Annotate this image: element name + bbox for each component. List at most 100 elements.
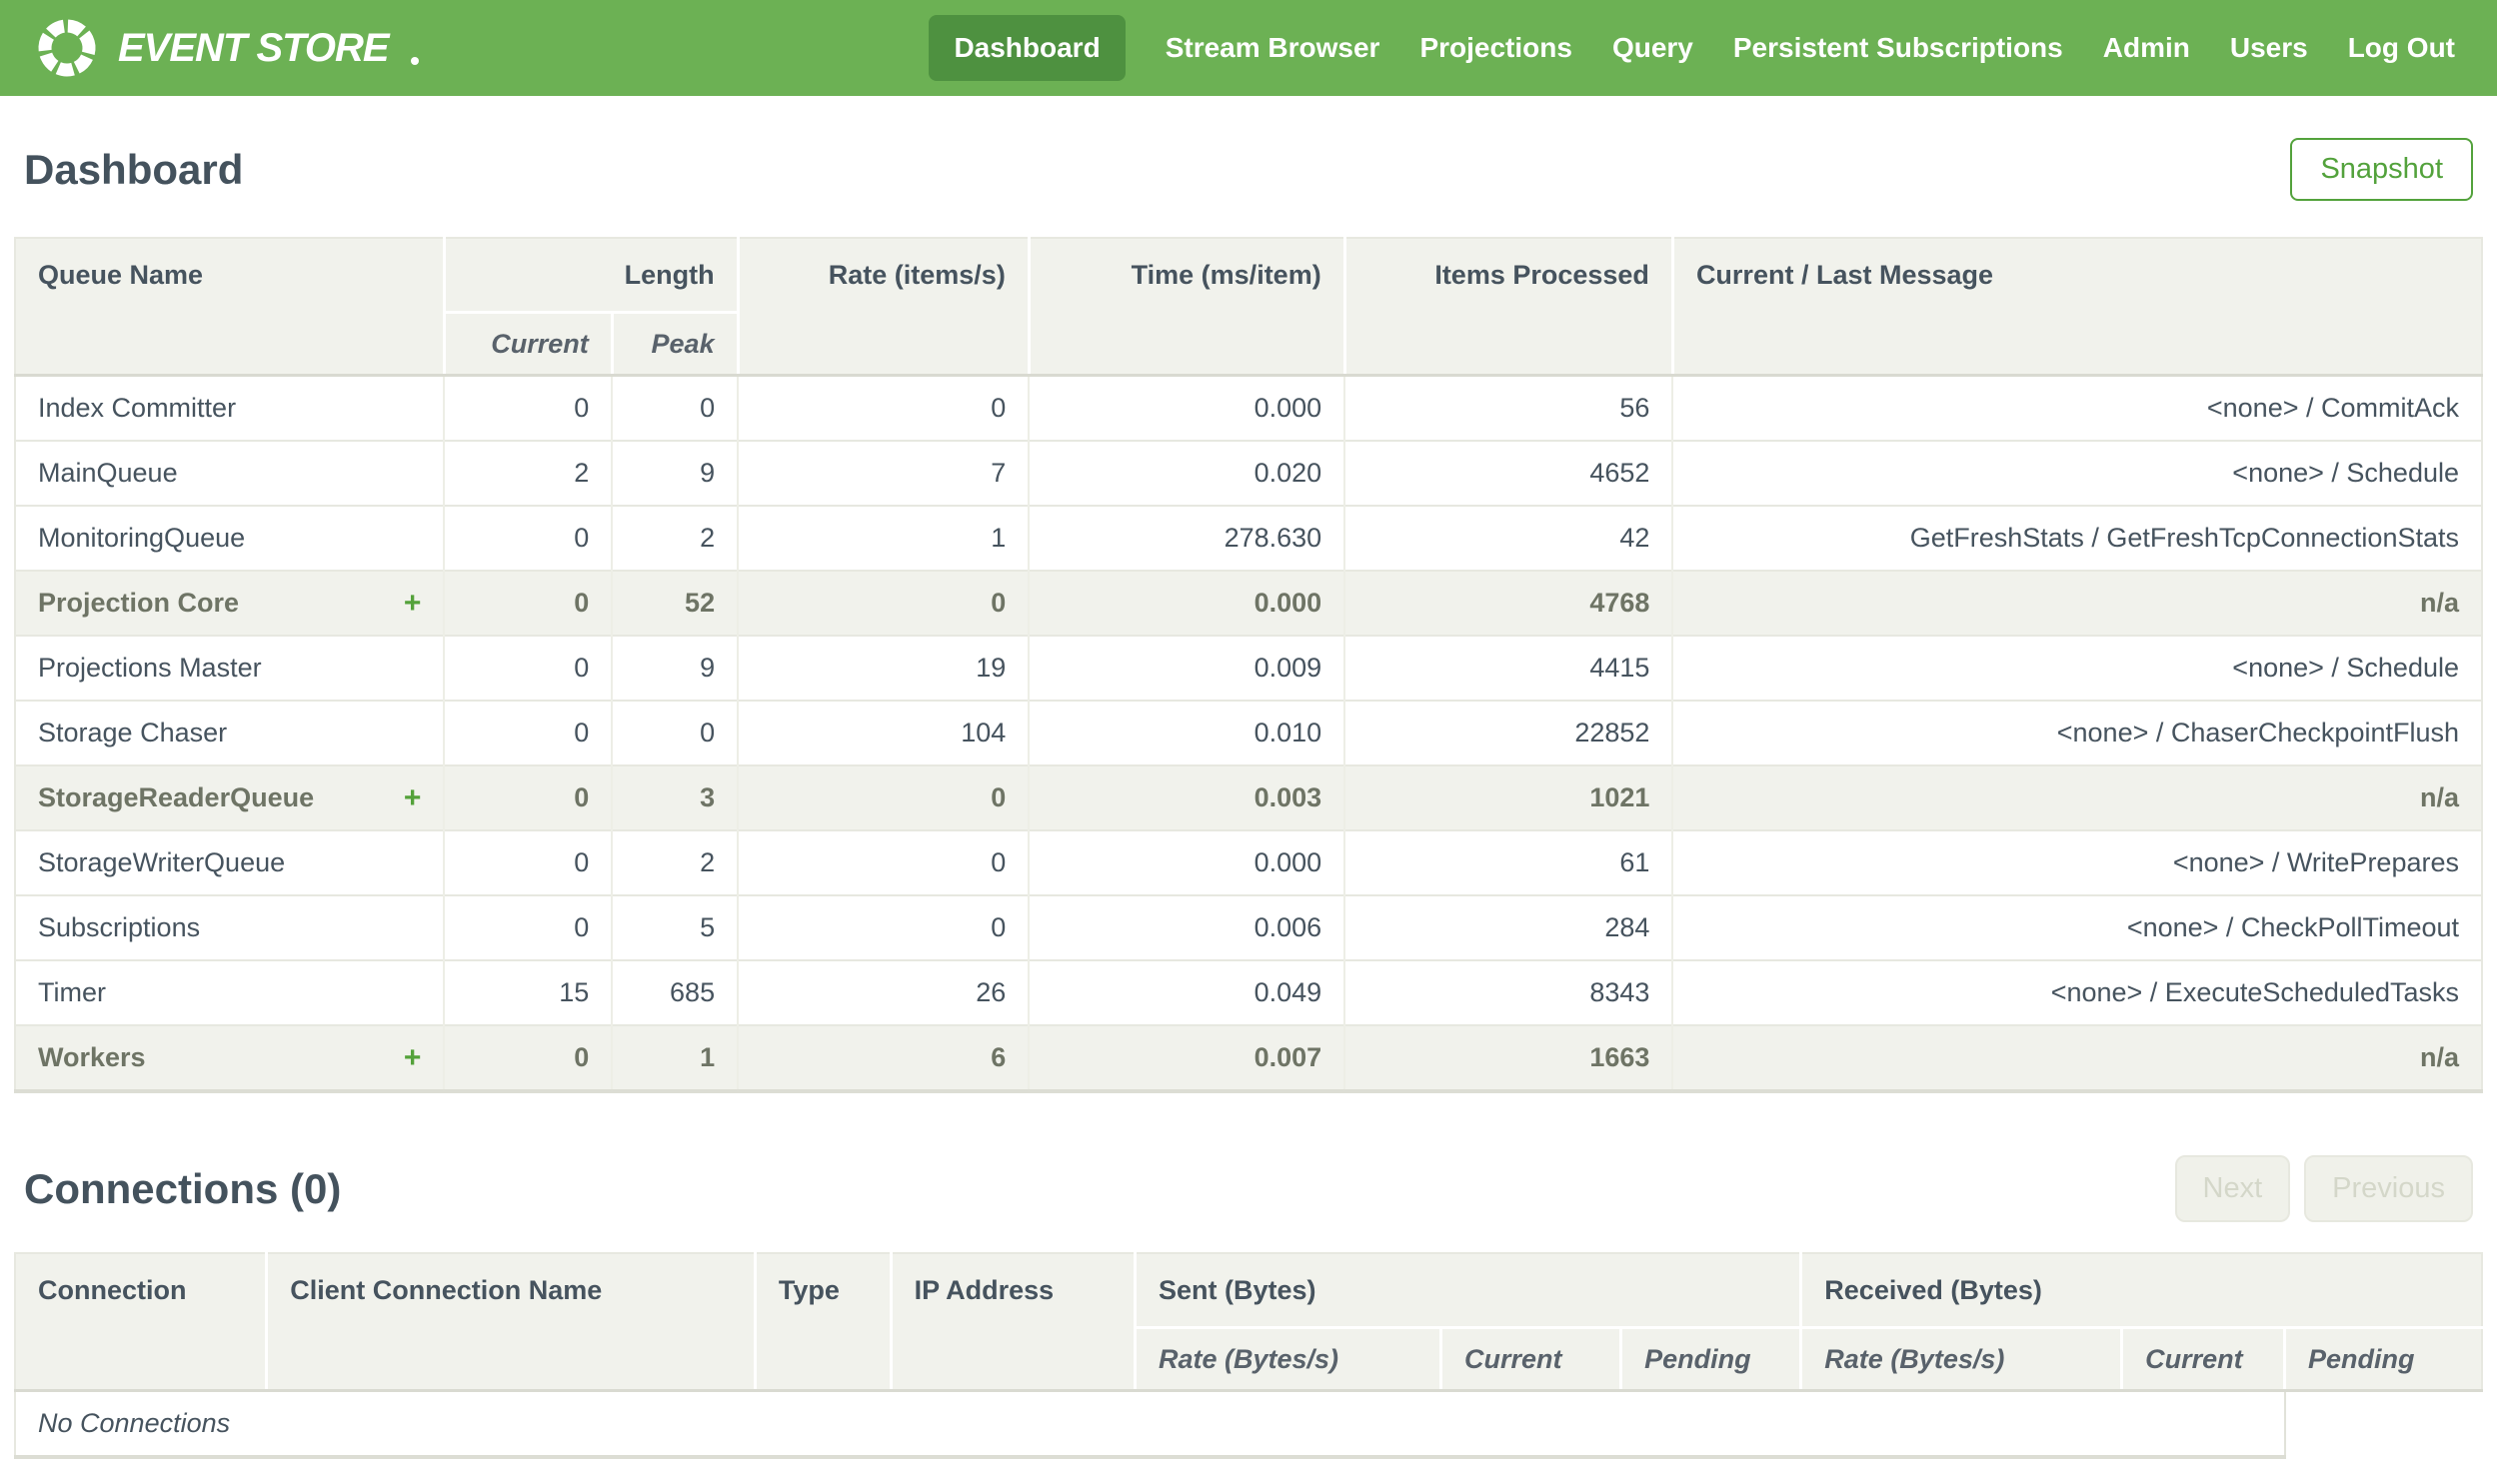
brand-name: EVENT STORE — [118, 25, 390, 70]
queue-time-cell: 0.010 — [1028, 700, 1345, 765]
col-received-rate: Rate (Bytes/s) — [1799, 1327, 2122, 1392]
previous-button[interactable]: Previous — [2304, 1155, 2473, 1222]
queue-message-cell: <none> / ChaserCheckpointFlush — [1671, 700, 2482, 765]
queue-time-cell: 0.006 — [1028, 894, 1345, 960]
queue-time-cell: 0.020 — [1028, 440, 1345, 506]
queue-rate-cell: 0 — [737, 570, 1030, 636]
col-length-current: Current — [442, 312, 613, 377]
page-header: Dashboard Snapshot — [24, 138, 2473, 201]
col-sent-pending: Pending — [1619, 1327, 1801, 1392]
col-client-connection-name: Client Connection Name — [265, 1252, 756, 1392]
expand-icon[interactable]: + — [404, 588, 422, 619]
queue-name-cell: MainQueue — [15, 440, 445, 506]
queue-current-cell: 15 — [443, 959, 613, 1025]
col-received-bytes: Received (Bytes) — [1799, 1252, 2484, 1329]
connections-table-header: Connection Client Connection Name Type I… — [14, 1252, 2484, 1392]
queue-name-label: Projection Core — [38, 588, 240, 618]
queue-row: + Workers 0 1 6 0.007 1663 n/a — [15, 1024, 2482, 1091]
queue-rate-cell: 26 — [737, 959, 1030, 1025]
queue-items-processed-cell: 4768 — [1343, 570, 1673, 636]
connections-title: Connections (0) — [24, 1164, 342, 1212]
queue-items-processed-cell: 42 — [1343, 505, 1673, 571]
queue-time-cell: 0.007 — [1028, 1024, 1345, 1091]
col-received-current: Current — [2120, 1327, 2285, 1392]
queue-rate-cell: 104 — [737, 700, 1030, 765]
queue-items-processed-cell: 284 — [1343, 894, 1673, 960]
expand-icon[interactable]: + — [404, 782, 422, 813]
queue-name-label: Storage Chaser — [38, 718, 228, 747]
queue-current-cell: 0 — [443, 1024, 613, 1091]
nav-menu: Dashboard Stream Browser Projections Query P… — [929, 15, 2455, 81]
queue-message-cell: <none> / ExecuteScheduledTasks — [1671, 959, 2482, 1025]
queue-message-cell: GetFreshStats / GetFreshTcpConnectionSta… — [1671, 505, 2482, 571]
queue-name-cell: + StorageReaderQueue — [15, 764, 445, 830]
queue-time-cell: 0.000 — [1028, 570, 1345, 636]
queue-message-cell: n/a — [1671, 764, 2482, 830]
queue-name-label: StorageWriterQueue — [38, 847, 286, 877]
queue-message-cell: <none> / CheckPollTimeout — [1671, 894, 2482, 960]
queue-name-label: Subscriptions — [38, 912, 201, 942]
expand-icon[interactable]: + — [404, 1042, 422, 1073]
queue-name-label: MainQueue — [38, 458, 178, 488]
queue-peak-cell: 9 — [611, 635, 739, 701]
queue-name-cell: StorageWriterQueue — [15, 829, 445, 895]
queue-items-processed-cell: 8343 — [1343, 959, 1673, 1025]
brand[interactable]: EVENT STORE — [34, 15, 419, 81]
queue-current-cell: 2 — [443, 440, 613, 506]
queue-name-cell: Timer — [15, 959, 445, 1025]
queue-rate-cell: 0 — [737, 894, 1030, 960]
next-button[interactable]: Next — [2174, 1155, 2291, 1222]
queues-table-header: Queue Name Length Rate (items/s) Time (m… — [15, 238, 2482, 377]
connections-table: Connection Client Connection Name Type I… — [14, 1252, 2484, 1459]
no-connections-row: No Connections — [14, 1389, 2482, 1459]
queue-peak-cell: 0 — [611, 374, 739, 441]
queue-rate-cell: 7 — [737, 440, 1030, 506]
queue-peak-cell: 3 — [611, 764, 739, 830]
queue-items-processed-cell: 56 — [1343, 374, 1673, 441]
queue-peak-cell: 52 — [611, 570, 739, 636]
event-store-logo-icon — [34, 15, 100, 81]
col-sent-bytes: Sent (Bytes) — [1133, 1252, 1801, 1329]
queue-time-cell: 0.049 — [1028, 959, 1345, 1025]
queue-peak-cell: 685 — [611, 959, 739, 1025]
nav-item-stream-browser[interactable]: Stream Browser — [1166, 32, 1380, 64]
col-ip-address: IP Address — [889, 1252, 1136, 1392]
queue-name-cell: MonitoringQueue — [15, 505, 445, 571]
col-rate: Rate (items/s) — [736, 238, 1030, 377]
nav-item-query[interactable]: Query — [1612, 32, 1693, 64]
nav-item-log-out[interactable]: Log Out — [2348, 32, 2455, 64]
col-queue-name: Queue Name — [15, 238, 445, 377]
queue-name-cell: + Workers — [15, 1024, 445, 1091]
queue-name-label: Projections Master — [38, 653, 262, 683]
nav-item-persistent-subscriptions[interactable]: Persistent Subscriptions — [1733, 32, 2063, 64]
queue-items-processed-cell: 1663 — [1343, 1024, 1673, 1091]
col-sent-rate: Rate (Bytes/s) — [1133, 1327, 1441, 1392]
col-length: Length — [442, 238, 739, 314]
nav-item-dashboard[interactable]: Dashboard — [929, 15, 1126, 81]
nav-item-projections[interactable]: Projections — [1419, 32, 1571, 64]
queue-name-label: Timer — [38, 977, 106, 1007]
queue-current-cell: 0 — [443, 635, 613, 701]
queue-peak-cell: 0 — [611, 700, 739, 765]
nav-item-users[interactable]: Users — [2230, 32, 2308, 64]
nav-item-admin[interactable]: Admin — [2103, 32, 2190, 64]
page-title: Dashboard — [24, 145, 244, 193]
queue-name-label: Workers — [38, 1042, 146, 1072]
queue-row: MonitoringQueue 0 2 1 278.630 42 GetFreshStats… — [15, 505, 2482, 571]
queue-items-processed-cell: 4652 — [1343, 440, 1673, 506]
queue-rate-cell: 0 — [737, 374, 1030, 441]
queue-message-cell: <none> / Schedule — [1671, 440, 2482, 506]
queue-name-label: Index Committer — [38, 393, 237, 423]
col-time: Time (ms/item) — [1027, 238, 1345, 377]
queues-table: Queue Name Length Rate (items/s) Time (m… — [14, 237, 2483, 1093]
queue-current-cell: 0 — [443, 570, 613, 636]
queue-current-cell: 0 — [443, 505, 613, 571]
queue-peak-cell: 2 — [611, 829, 739, 895]
queue-peak-cell: 9 — [611, 440, 739, 506]
queue-rate-cell: 6 — [737, 1024, 1030, 1091]
queue-name-cell: + Projection Core — [15, 570, 445, 636]
queue-message-cell: <none> / WritePrepares — [1671, 829, 2482, 895]
snapshot-button[interactable]: Snapshot — [2290, 138, 2473, 201]
queues-table-body: Index Committer 0 0 0 0.000 56 <none> / Commit… — [15, 374, 2482, 1091]
pager: Next Previous — [2174, 1155, 2473, 1222]
